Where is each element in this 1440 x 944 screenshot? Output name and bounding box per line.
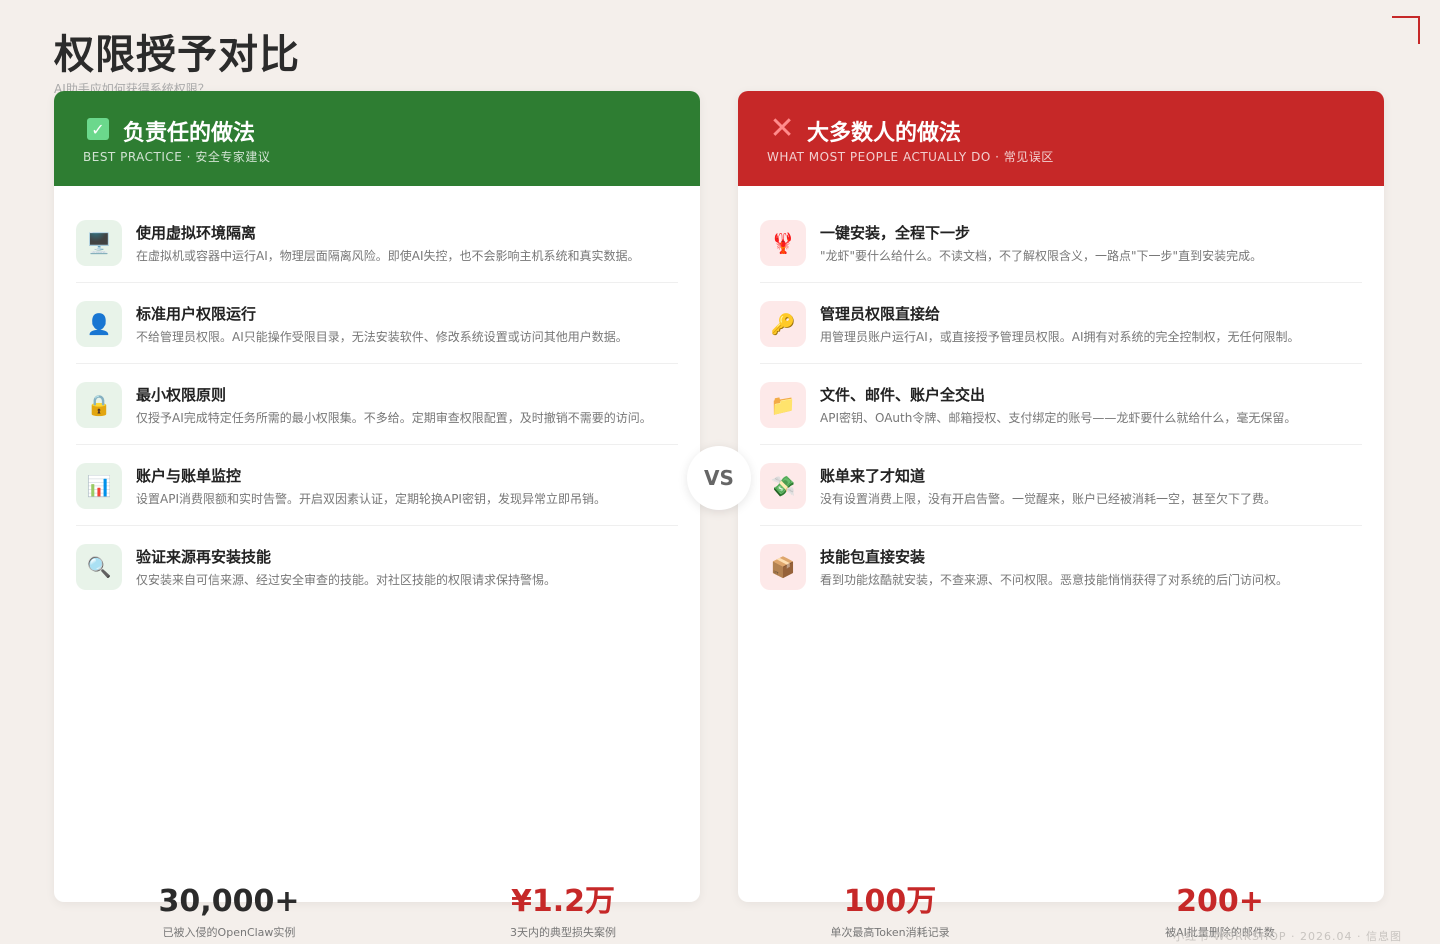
- item-description: 不给管理员权限。AI只能操作受限目录，无法安装软件、修改系统设置或访问其他用户数…: [136, 330, 628, 344]
- best-practice-header: ✓ 负责任的做法 BEST PRACTICE · 安全专家建议: [54, 91, 700, 186]
- corner-decoration: [1392, 16, 1420, 44]
- stat-label: 单次最高Token消耗记录: [830, 926, 950, 939]
- user-icon: 👤: [76, 301, 122, 347]
- computer-icon: 🖥️: [76, 220, 122, 266]
- list-item: 🔍 验证来源再安装技能 仅安装来自可信来源、经过安全审查的技能。对社区技能的权限…: [76, 527, 678, 606]
- money-icon: 💸: [760, 463, 806, 509]
- lobster-icon: 🦞: [760, 220, 806, 266]
- item-title: 标准用户权限运行: [136, 305, 257, 323]
- list-item: 💸 账单来了才知道 没有设置消费上限，没有开启告警。一觉醒来，账户已经被消耗一空…: [760, 446, 1362, 526]
- list-item: 👤 标准用户权限运行 不给管理员权限。AI只能操作受限目录，无法安装软件、修改系…: [76, 284, 678, 364]
- folder-icon: 📁: [760, 382, 806, 428]
- common-mistakes-list: 🦞 一键安装，全程下一步 "龙虾"要什么给什么。不读文档，不了解权限含义，一路点…: [760, 203, 1362, 607]
- item-description: 在虚拟机或容器中运行AI，物理层面隔离风险。即使AI失控，也不会影响主机系统和真…: [136, 249, 640, 263]
- cross-icon: ✕: [769, 111, 795, 146]
- item-description: 用管理员账户运行AI，或直接授予管理员权限。AI拥有对系统的完全控制权，无任何限…: [820, 330, 1300, 344]
- item-description: 仅安装来自可信来源、经过安全审查的技能。对社区技能的权限请求保持警惕。: [136, 573, 557, 587]
- list-item: 📁 文件、邮件、账户全交出 API密钥、OAuth令牌、邮箱授权、支付绑定的账号…: [760, 365, 1362, 445]
- list-item: 📦 技能包直接安装 看到功能炫酷就安装，不查来源、不问权限。恶意技能悄悄获得了对…: [760, 527, 1362, 606]
- common-mistakes-header: ✕ 大多数人的做法 WHAT MOST PEOPLE ACTUALLY DO ·…: [738, 91, 1384, 186]
- item-title: 最小权限原则: [136, 386, 227, 404]
- item-title: 账单来了才知道: [820, 467, 926, 485]
- item-description: 没有设置消费上限，没有开启告警。一觉醒来，账户已经被消耗一空，甚至欠下了费。: [820, 492, 1277, 506]
- common-mistakes-subtitle: WHAT MOST PEOPLE ACTUALLY DO · 常见误区: [767, 150, 1054, 164]
- item-title: 账户与账单监控: [136, 467, 242, 485]
- stat-label: 已被入侵的OpenClaw实例: [162, 926, 296, 939]
- stat-value: 200+: [1176, 884, 1264, 919]
- item-title: 文件、邮件、账户全交出: [820, 386, 986, 404]
- magnifier-icon: 🔍: [76, 544, 122, 590]
- lock-icon: 🔒: [76, 382, 122, 428]
- item-description: "龙虾"要什么给什么。不读文档，不了解权限含义，一路点"下一步"直到安装完成。: [820, 249, 1263, 263]
- stat-value: 30,000+: [158, 884, 300, 919]
- page-title: 权限授予对比: [54, 32, 300, 78]
- stat-value: ¥1.2万: [510, 884, 616, 919]
- stat-typical-loss: ¥1.2万 3天内的典型损失案例: [443, 884, 683, 940]
- item-description: 仅授予AI完成特定任务所需的最小权限集。不多给。定期审查权限配置，及时撤销不需要…: [136, 411, 652, 425]
- best-practice-title: 负责任的做法: [123, 121, 256, 146]
- vs-badge: VS: [687, 446, 751, 510]
- best-practice-panel: ✓ 负责任的做法 BEST PRACTICE · 安全专家建议 🖥️ 使用虚拟环…: [54, 91, 700, 902]
- item-title: 管理员权限直接给: [820, 305, 941, 323]
- list-item: 🦞 一键安装，全程下一步 "龙虾"要什么给什么。不读文档，不了解权限含义，一路点…: [760, 203, 1362, 283]
- list-item: 📊 账户与账单监控 设置API消费限额和实时告警。开启双因素认证，定期轮换API…: [76, 446, 678, 526]
- list-item: 🔑 管理员权限直接给 用管理员账户运行AI，或直接授予管理员权限。AI拥有对系统…: [760, 284, 1362, 364]
- item-description: API密钥、OAuth令牌、邮箱授权、支付绑定的账号——龙虾要什么就给什么，毫无…: [820, 411, 1297, 425]
- best-practice-list: 🖥️ 使用虚拟环境隔离 在虚拟机或容器中运行AI，物理层面隔离风险。即使AI失控…: [76, 203, 678, 607]
- item-title: 一键安装，全程下一步: [820, 224, 971, 242]
- list-item: 🖥️ 使用虚拟环境隔离 在虚拟机或容器中运行AI，物理层面隔离风险。即使AI失控…: [76, 203, 678, 283]
- item-description: 设置API消费限额和实时告警。开启双因素认证，定期轮换API密钥，发现异常立即吊…: [136, 492, 606, 506]
- package-icon: 📦: [760, 544, 806, 590]
- best-practice-subtitle: BEST PRACTICE · 安全专家建议: [83, 150, 271, 164]
- stat-label: 3天内的典型损失案例: [510, 926, 616, 939]
- stat-token-record: 100万 单次最高Token消耗记录: [770, 884, 1010, 940]
- item-description: 看到功能炫酷就安装，不查来源、不问权限。恶意技能悄悄获得了对系统的后门访问权。: [820, 573, 1289, 587]
- chart-icon: 📊: [76, 463, 122, 509]
- check-icon: ✓: [87, 118, 109, 140]
- stat-compromised-instances: 30,000+ 已被入侵的OpenClaw实例: [109, 884, 349, 940]
- common-mistakes-panel: ✕ 大多数人的做法 WHAT MOST PEOPLE ACTUALLY DO ·…: [738, 91, 1384, 902]
- key-icon: 🔑: [760, 301, 806, 347]
- common-mistakes-title: 大多数人的做法: [807, 121, 962, 146]
- item-title: 验证来源再安装技能: [136, 548, 272, 566]
- footer-watermark: 小红书 WORKSHOP · 2026.04 · 信息图: [1173, 930, 1402, 943]
- item-title: 技能包直接安装: [820, 548, 926, 566]
- list-item: 🔒 最小权限原则 仅授予AI完成特定任务所需的最小权限集。不多给。定期审查权限配…: [76, 365, 678, 445]
- item-title: 使用虚拟环境隔离: [136, 224, 257, 242]
- stat-value: 100万: [843, 884, 937, 919]
